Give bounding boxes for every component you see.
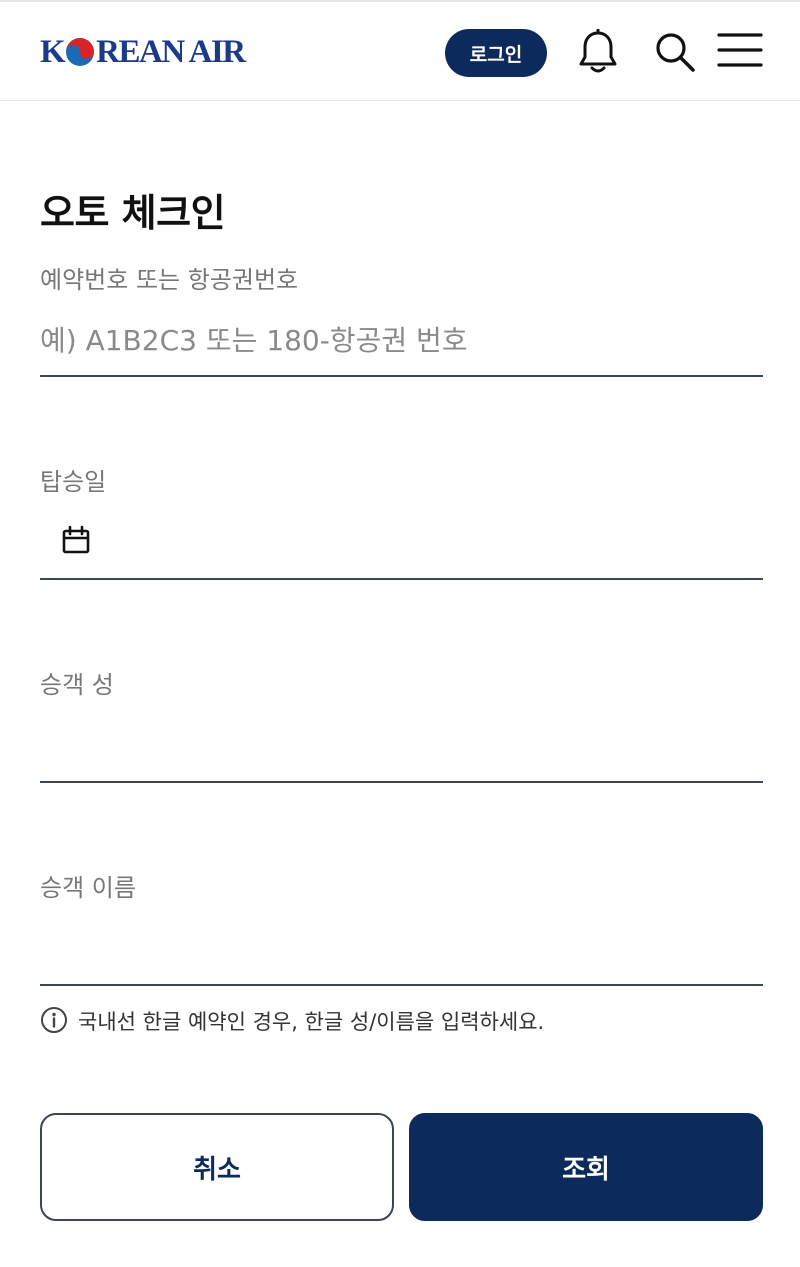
- site-header: K REAN AIR 로그인: [0, 0, 800, 101]
- logo-text-rest: REAN AIR: [96, 33, 246, 70]
- info-icon: [41, 1007, 67, 1033]
- first-name-underline: [40, 984, 763, 986]
- search-submit-button[interactable]: 조회: [409, 1113, 763, 1221]
- booking-number-underline: [40, 375, 763, 377]
- departure-date-underline: [40, 578, 763, 580]
- first-name-input[interactable]: [40, 922, 763, 970]
- page-title: 오토 체크인: [40, 191, 226, 235]
- hamburger-menu-icon: [717, 33, 763, 67]
- last-name-input[interactable]: [40, 720, 763, 768]
- departure-date-picker[interactable]: [40, 512, 763, 572]
- last-name-underline: [40, 781, 763, 783]
- korean-air-logo[interactable]: K REAN AIR: [40, 32, 246, 72]
- booking-number-input[interactable]: [40, 316, 763, 364]
- bell-icon: [579, 29, 617, 73]
- notification-button[interactable]: [574, 28, 622, 76]
- calendar-icon[interactable]: [60, 524, 92, 556]
- name-input-note: 국내선 한글 예약인 경우, 한글 성/이름을 입력하세요.: [78, 1010, 545, 1034]
- search-button[interactable]: [651, 28, 699, 76]
- departure-date-label: 탑승일: [40, 468, 107, 496]
- search-icon: [656, 33, 695, 72]
- booking-number-label: 예약번호 또는 항공권번호: [40, 266, 299, 294]
- first-name-label: 승객 이름: [40, 874, 136, 902]
- cancel-button[interactable]: 취소: [40, 1113, 394, 1221]
- menu-button[interactable]: [716, 26, 764, 74]
- taeguk-logo-icon: [66, 38, 95, 66]
- last-name-label: 승객 성: [40, 671, 114, 699]
- logo-text-k: K: [40, 33, 66, 70]
- login-button[interactable]: 로그인: [445, 29, 547, 77]
- auto-checkin-page: K REAN AIR 로그인 오토 체크인 예약번호 또는 항공권번호 예) A…: [0, 0, 800, 1267]
